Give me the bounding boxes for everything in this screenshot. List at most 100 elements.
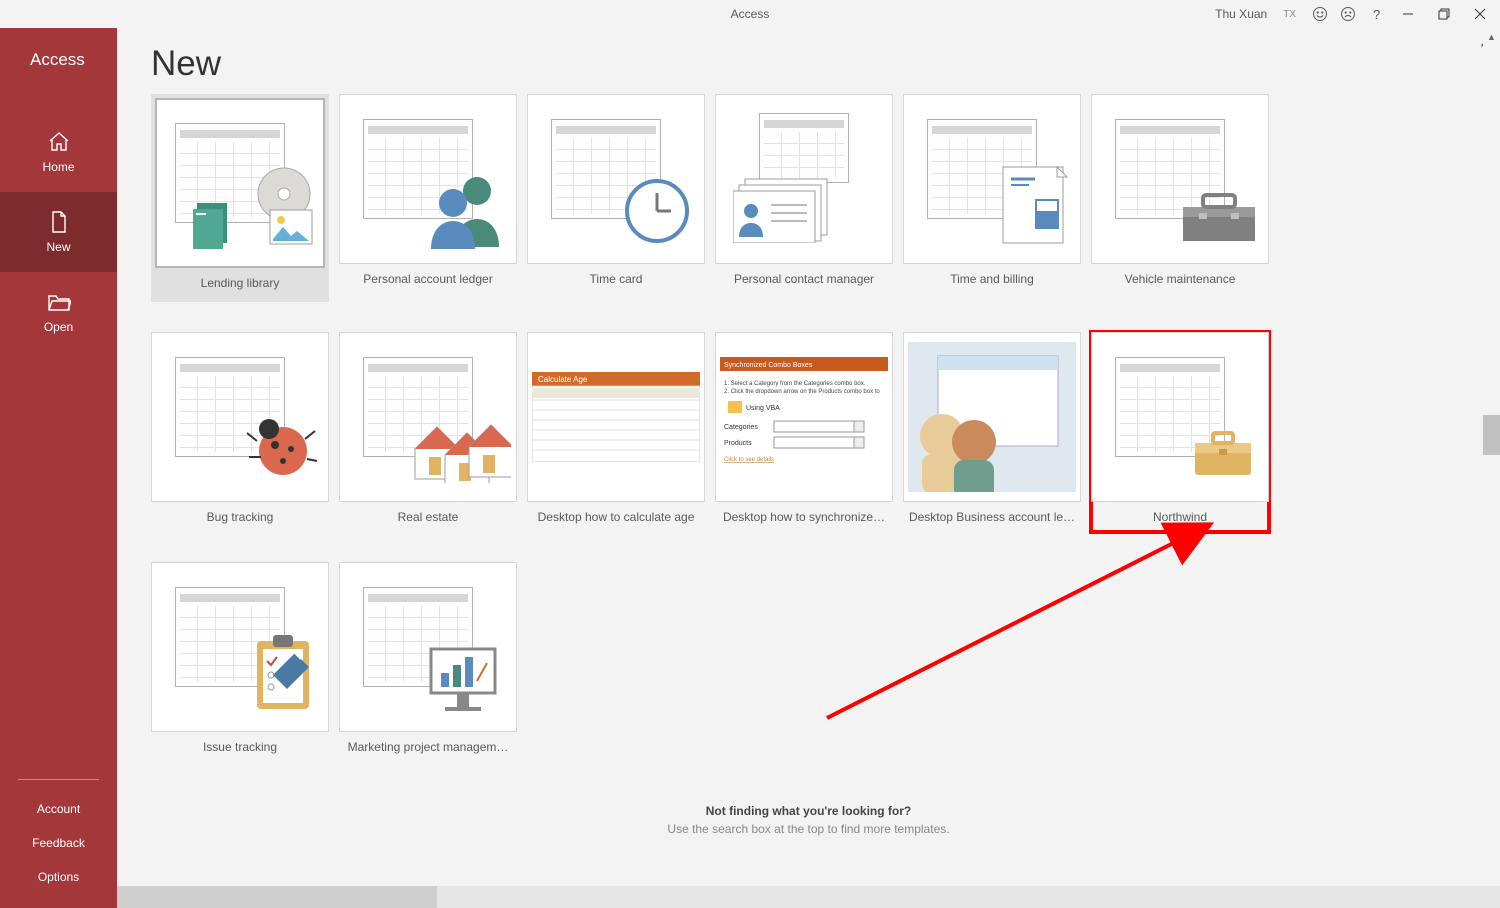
template-thumb bbox=[527, 94, 705, 264]
template-marketing[interactable]: Marketing project managem… bbox=[339, 562, 517, 762]
nav-open-label: Open bbox=[44, 320, 73, 334]
template-thumb bbox=[715, 94, 893, 264]
footer-line1: Not finding what you're looking for? bbox=[117, 804, 1500, 818]
title-bar: Access Thu Xuan TX ? bbox=[0, 0, 1500, 28]
template-label: Marketing project managem… bbox=[339, 732, 517, 762]
footer-line2: Use the search box at the top to find mo… bbox=[117, 822, 1500, 836]
svg-text:Categories: Categories bbox=[724, 424, 758, 431]
svg-text:Click to see details: Click to see details bbox=[724, 457, 774, 463]
calc-age-preview-icon: Calculate Age bbox=[532, 372, 700, 462]
minimize-button[interactable] bbox=[1396, 4, 1420, 24]
help-icon[interactable]: ? bbox=[1368, 6, 1384, 22]
scroll-track[interactable] bbox=[1483, 45, 1500, 891]
template-thumb bbox=[1091, 332, 1269, 502]
template-calc-age[interactable]: Calculate Age Desktop how to calculate a… bbox=[527, 332, 705, 532]
briefcase-icon bbox=[1191, 429, 1255, 477]
template-time-billing[interactable]: Time and billing bbox=[903, 94, 1081, 302]
template-thumb: Synchronized Combo Boxes 1. Select a Cat… bbox=[715, 332, 893, 502]
page-title: New bbox=[151, 44, 1466, 84]
template-thumb bbox=[151, 562, 329, 732]
svg-text:1. Select a Category from the: 1. Select a Category from the Categories… bbox=[724, 381, 866, 387]
clock-icon bbox=[621, 175, 693, 247]
template-vehicle-maint[interactable]: Vehicle maintenance bbox=[1091, 94, 1269, 302]
user-name[interactable]: Thu Xuan bbox=[1215, 7, 1267, 21]
houses-icon bbox=[407, 413, 511, 483]
svg-text:2. Click the dropdown arrow on: 2. Click the dropdown arrow on the Produ… bbox=[724, 389, 880, 395]
template-label: Time and billing bbox=[903, 264, 1081, 294]
template-label: Desktop how to synchronize… bbox=[715, 502, 893, 532]
footer-text: Not finding what you're looking for? Use… bbox=[117, 804, 1500, 836]
template-label: Real estate bbox=[339, 502, 517, 532]
new-file-icon bbox=[47, 210, 71, 234]
template-label: Desktop how to calculate age bbox=[527, 502, 705, 532]
nav: Home New Open bbox=[0, 112, 117, 352]
template-sync-combo[interactable]: Synchronized Combo Boxes 1. Select a Cat… bbox=[715, 332, 893, 532]
picture-icon bbox=[269, 209, 313, 245]
template-real-estate[interactable]: Real estate bbox=[339, 332, 517, 532]
sidebar: Access Home New Open Account Feedback Op… bbox=[0, 28, 117, 908]
close-button[interactable] bbox=[1468, 4, 1492, 24]
nav-open[interactable]: Open bbox=[0, 272, 117, 352]
nav-home[interactable]: Home bbox=[0, 112, 117, 192]
user-initials[interactable]: TX bbox=[1279, 7, 1300, 22]
main-area: New Lending library bbox=[117, 28, 1500, 908]
nav-home-label: Home bbox=[42, 160, 74, 174]
svg-text:?: ? bbox=[1373, 7, 1380, 21]
people-icon bbox=[427, 169, 507, 249]
template-thumb bbox=[339, 332, 517, 502]
nav-new-label: New bbox=[46, 240, 70, 254]
template-thumb bbox=[339, 562, 517, 732]
template-thumb bbox=[151, 332, 329, 502]
taskbar-segment bbox=[117, 886, 437, 908]
template-thumb bbox=[903, 332, 1081, 502]
template-label: Desktop Business account le… bbox=[903, 502, 1081, 532]
template-label: Time card bbox=[527, 264, 705, 294]
template-thumb: Calculate Age bbox=[527, 332, 705, 502]
svg-text:Calculate Age: Calculate Age bbox=[538, 375, 588, 384]
clipboard-checklist-icon bbox=[251, 633, 315, 713]
template-time-card[interactable]: Time card bbox=[527, 94, 705, 302]
template-label: Issue tracking bbox=[151, 732, 329, 762]
template-label: Vehicle maintenance bbox=[1091, 264, 1269, 294]
svg-text:Synchronized Combo Boxes: Synchronized Combo Boxes bbox=[724, 362, 813, 369]
smile-feedback-icon[interactable] bbox=[1312, 6, 1328, 22]
home-icon bbox=[47, 130, 71, 154]
nav-new[interactable]: New bbox=[0, 192, 117, 272]
template-thumb bbox=[155, 98, 325, 268]
svg-text:Products: Products bbox=[724, 440, 752, 447]
contact-card-icon bbox=[733, 173, 833, 243]
template-biz-account[interactable]: Desktop Business account le… bbox=[903, 332, 1081, 532]
book-icon bbox=[193, 199, 235, 249]
sidebar-bottom-links: Account Feedback Options bbox=[0, 779, 117, 908]
vertical-scrollbar[interactable]: ▲ ▼ bbox=[1483, 28, 1500, 908]
frown-feedback-icon[interactable] bbox=[1340, 6, 1356, 22]
restore-button[interactable] bbox=[1432, 4, 1456, 24]
taskbar bbox=[117, 886, 1500, 908]
template-northwind[interactable]: Northwind bbox=[1091, 332, 1269, 532]
template-personal-contact[interactable]: Personal contact manager bbox=[715, 94, 893, 302]
template-lending-library[interactable]: Lending library bbox=[151, 94, 329, 302]
open-folder-icon bbox=[47, 290, 71, 314]
invoice-icon bbox=[999, 163, 1069, 247]
template-personal-ledger[interactable]: Personal account ledger bbox=[339, 94, 517, 302]
scroll-thumb[interactable] bbox=[1483, 415, 1500, 455]
template-bug-tracking[interactable]: Bug tracking bbox=[151, 332, 329, 532]
template-label: Lending library bbox=[155, 268, 325, 298]
template-label: Bug tracking bbox=[151, 502, 329, 532]
app-name: Access bbox=[0, 28, 117, 70]
template-thumb bbox=[339, 94, 517, 264]
link-account[interactable]: Account bbox=[0, 792, 117, 826]
template-grid: Lending library Personal account ledger bbox=[151, 94, 1466, 762]
titlebar-right: Thu Xuan TX ? bbox=[1215, 4, 1492, 24]
template-label: Personal contact manager bbox=[715, 264, 893, 294]
sidebar-separator bbox=[18, 779, 99, 780]
toolbox-icon bbox=[1179, 189, 1259, 245]
template-issue-tracking[interactable]: Issue tracking bbox=[151, 562, 329, 762]
template-label: Northwind bbox=[1091, 502, 1269, 532]
link-feedback[interactable]: Feedback bbox=[0, 826, 117, 860]
scroll-up-button[interactable]: ▲ bbox=[1483, 28, 1500, 45]
link-options[interactable]: Options bbox=[0, 860, 117, 894]
template-thumb bbox=[1091, 94, 1269, 264]
sync-combo-preview-icon: Synchronized Combo Boxes 1. Select a Cat… bbox=[720, 357, 888, 477]
biz-account-preview-icon bbox=[908, 342, 1076, 492]
